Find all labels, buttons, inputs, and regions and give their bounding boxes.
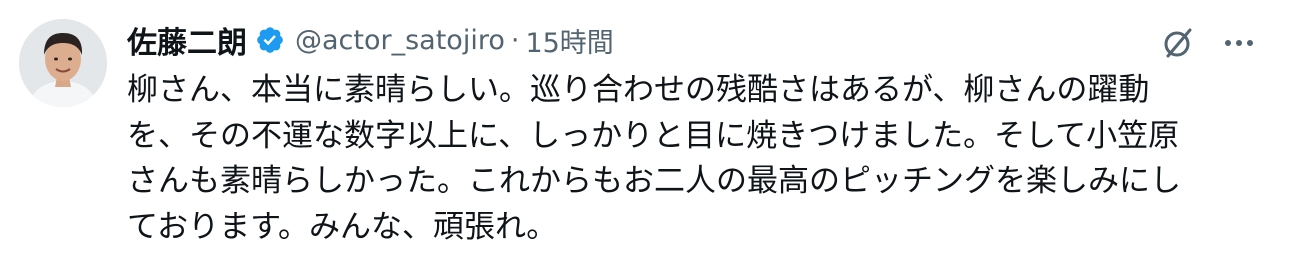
avatar[interactable]	[19, 19, 107, 107]
avatar-photo-icon	[19, 19, 107, 107]
user-handle[interactable]: @actor_satojiro	[295, 25, 505, 56]
tweet-text-line: を、その不運な数字以上に、しっかりと目に焼きつけました。そして小笠原	[127, 117, 1180, 154]
grok-slash-icon	[1164, 28, 1192, 58]
verified-badge-icon[interactable]	[255, 25, 285, 55]
more-options-button[interactable]	[1219, 23, 1259, 63]
tweet-text: 柳さん、本当に素晴らしい。巡り合わせの残酷さはあるが、柳さんの躍動 を、その不運…	[127, 68, 1257, 250]
tweet-card[interactable]: 佐藤二朗 @actor_satojiro · 15時間 柳さん、本当に素晴らしい…	[0, 0, 1298, 267]
tweet-text-line: 柳さん、本当に素晴らしい。巡り合わせの残酷さはあるが、柳さんの躍動	[127, 72, 1150, 108]
more-dots-icon	[1225, 40, 1253, 46]
grok-button[interactable]	[1158, 23, 1198, 63]
display-name[interactable]: 佐藤二朗	[127, 18, 247, 62]
tweet-text-line: さんも素晴らしかった。これからもお二人の最高のピッチングを楽しみにし	[127, 163, 1181, 199]
separator-dot: ·	[510, 24, 520, 56]
tweet-header: 佐藤二朗 @actor_satojiro · 15時間	[127, 18, 614, 62]
tweet-text-line: ております。みんな、頑張れ。	[127, 208, 558, 245]
timestamp[interactable]: 15時間	[525, 21, 613, 60]
